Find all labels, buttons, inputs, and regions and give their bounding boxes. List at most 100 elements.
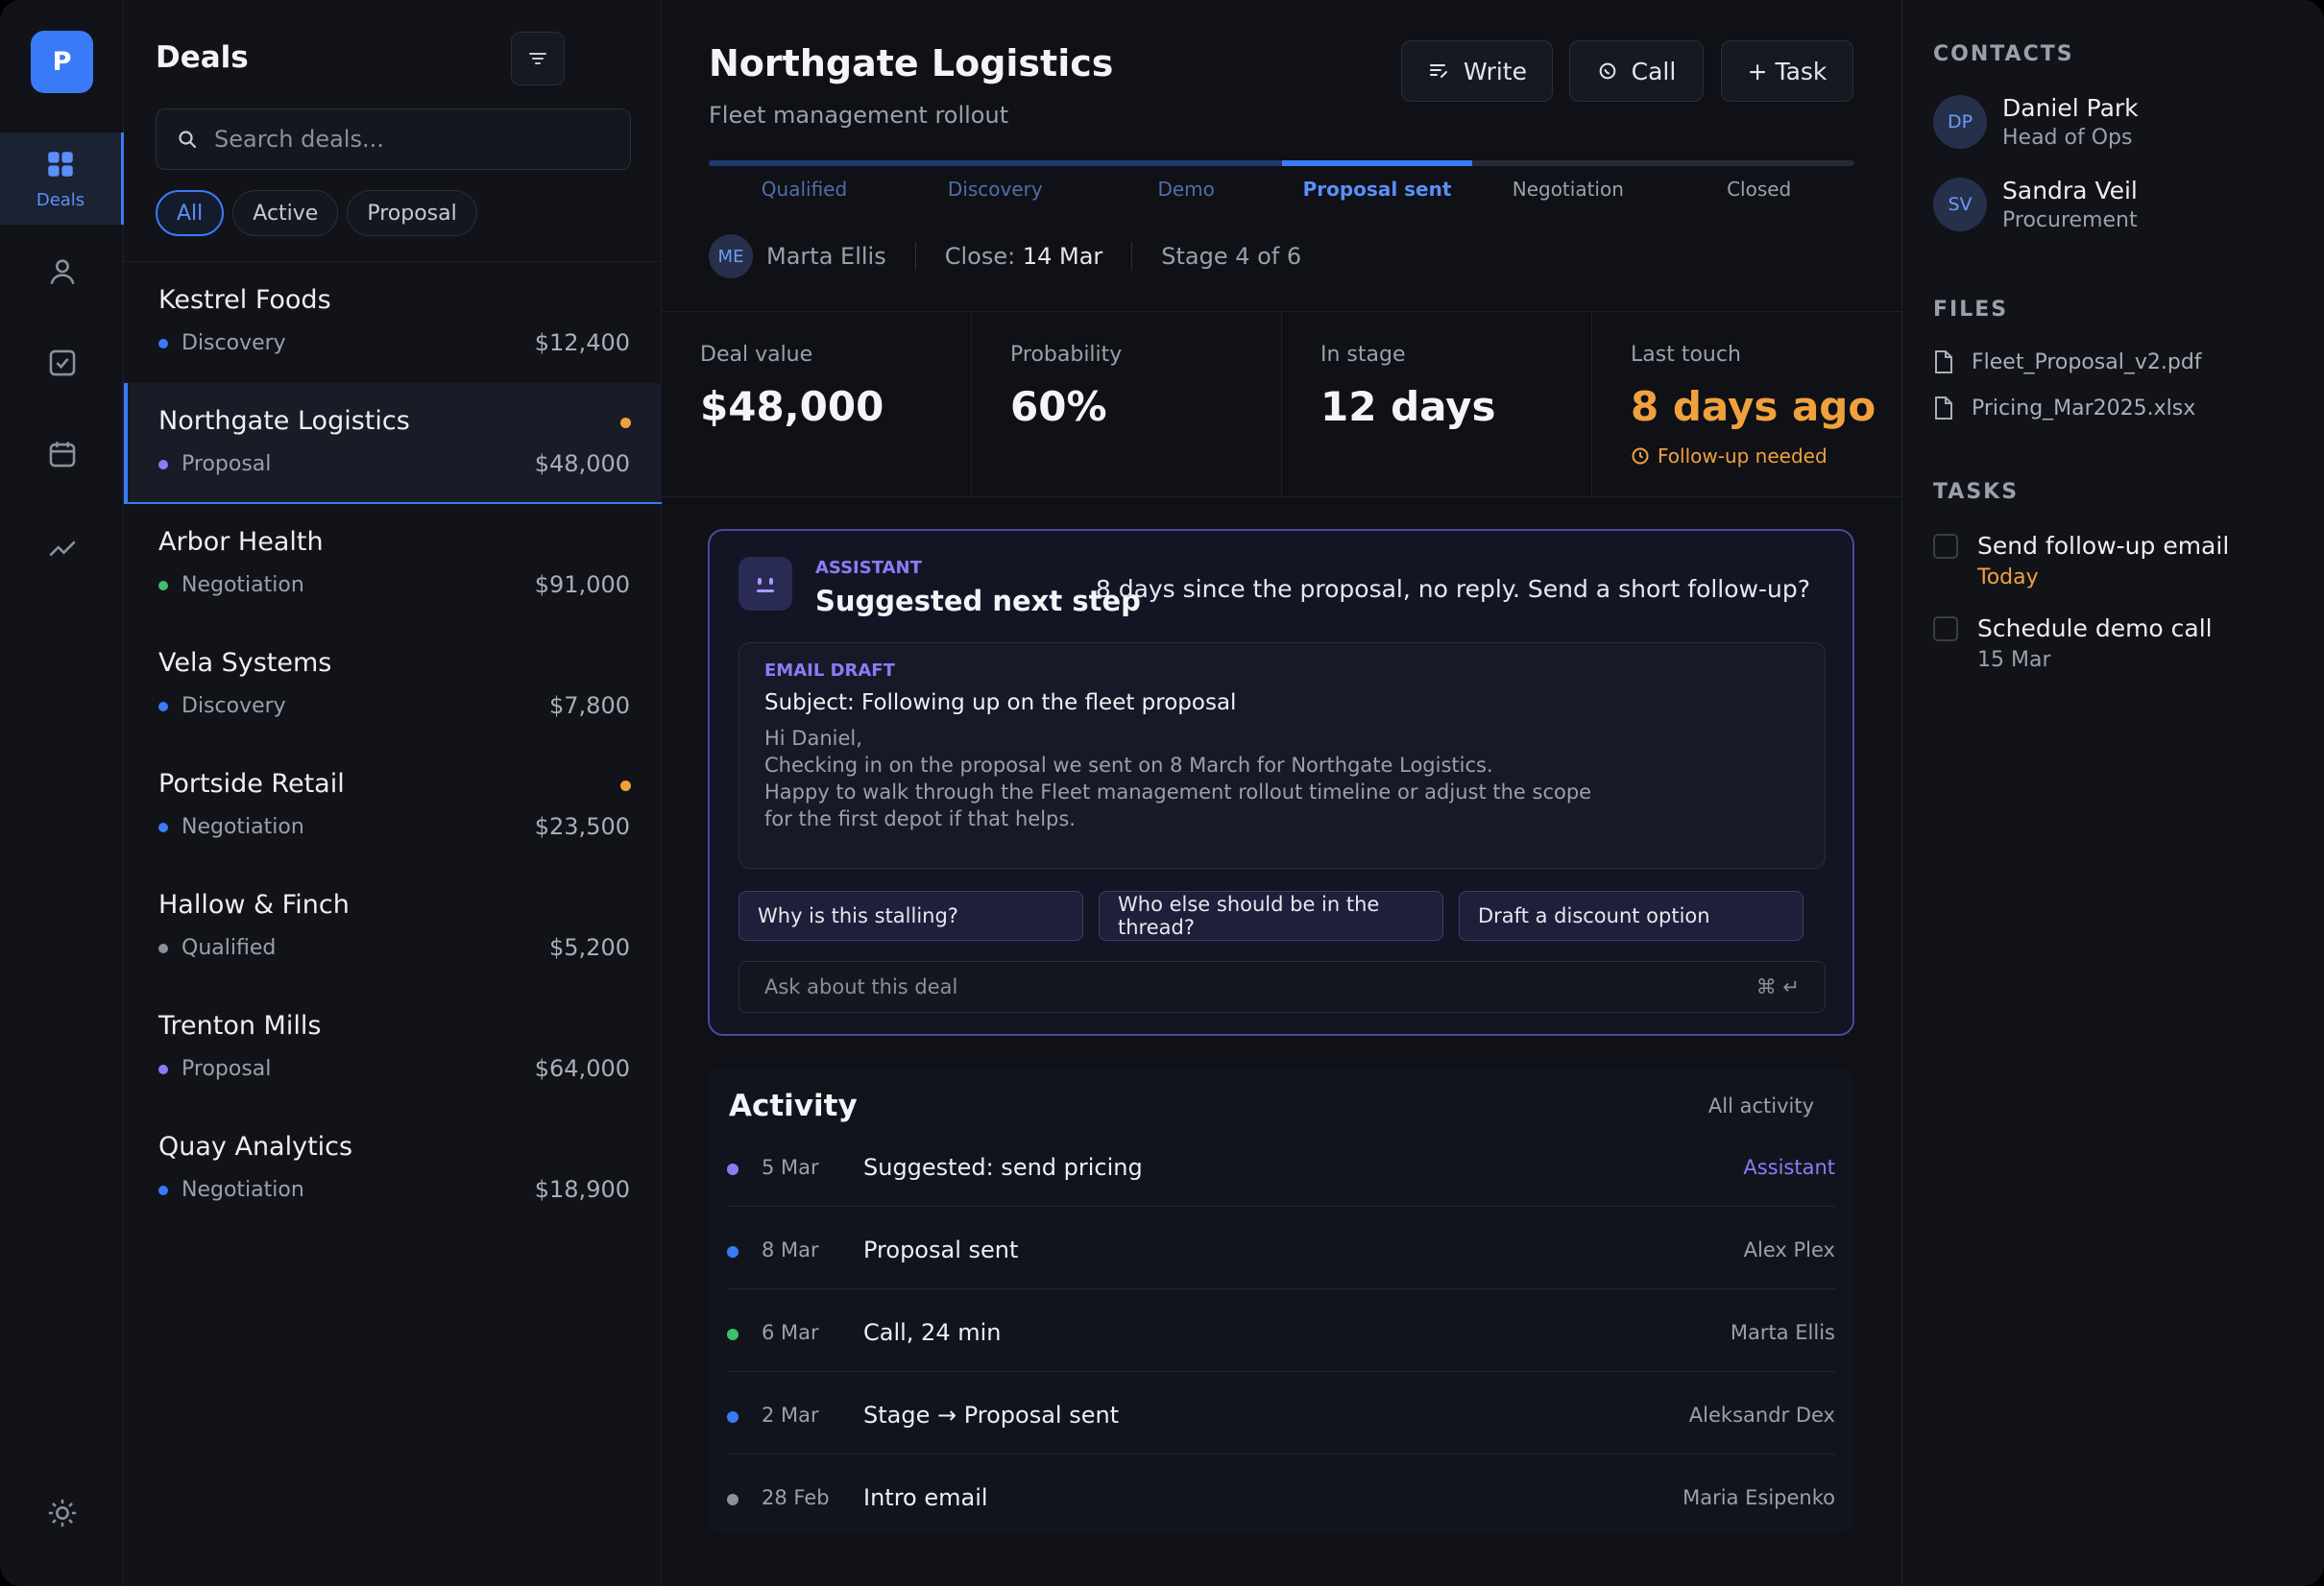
file-name: Fleet_Proposal_v2.pdf (1972, 349, 2202, 374)
activity-item[interactable]: 8 Mar Proposal sent Alex Plex (727, 1206, 1835, 1289)
activity-text: Proposal sent (863, 1237, 1019, 1263)
deal-title: Northgate Logistics (709, 42, 1114, 84)
contact-role: Procurement (2002, 208, 2138, 232)
activity-dot (727, 1329, 738, 1340)
owner-name[interactable]: Marta Ellis (766, 243, 886, 270)
add-task-button[interactable]: + Task (1721, 40, 1853, 102)
deals-title: Deals (156, 40, 249, 75)
all-activity-link[interactable]: All activity (1708, 1094, 1814, 1117)
rail-item-label: Deals (36, 189, 85, 210)
activity-item[interactable]: 28 Feb Intro email Maria Esipenko (727, 1454, 1835, 1537)
contact-item[interactable]: DP Daniel Park Head of Ops (1933, 94, 2139, 150)
stat-value: $48,000 (700, 383, 884, 430)
robot-icon (738, 557, 792, 611)
file-item[interactable]: Fleet_Proposal_v2.pdf (1933, 349, 2202, 374)
file-item[interactable]: Pricing_Mar2025.xlsx (1933, 396, 2195, 421)
rail-item-settings[interactable] (0, 1486, 124, 1540)
activity-text: Stage → Proposal sent (863, 1402, 1120, 1429)
suggestion-chip-thread[interactable]: Who else should be in the thread? (1099, 891, 1443, 941)
deal-list-item[interactable]: Quay Analytics Negotiation $18,900 (124, 1109, 662, 1230)
task-checkbox[interactable] (1933, 534, 1958, 559)
call-button[interactable]: Call (1569, 40, 1704, 102)
stat-last-touch: Last touch 8 days ago Follow-up needed (1592, 312, 1902, 496)
stage-step[interactable]: Closed (1663, 178, 1854, 201)
rail-item-tasks[interactable] (0, 336, 124, 390)
deal-amount: $12,400 (534, 329, 630, 356)
activity-actor: Assistant (1743, 1156, 1835, 1179)
stats-row: Deal value $48,000 Probability 60% In st… (662, 311, 1902, 497)
deal-stage: Qualified (158, 936, 276, 960)
deal-list-item[interactable]: Arbor Health Negotiation $91,000 (124, 504, 662, 625)
filter-chip-active[interactable]: Active (232, 190, 339, 236)
write-button[interactable]: Write (1401, 40, 1553, 102)
deal-name: Portside Retail (158, 769, 345, 799)
filter-chip-proposal[interactable]: Proposal (347, 190, 477, 236)
assistant-tag: ASSISTANT (815, 558, 922, 578)
deal-list-item[interactable]: Kestrel Foods Discovery $12,400 (124, 262, 662, 383)
write-label: Write (1463, 57, 1527, 85)
activity-panel: Activity All activity 5 Mar Suggested: se… (708, 1068, 1854, 1534)
stage-step[interactable]: Negotiation (1472, 178, 1663, 201)
deal-list-item[interactable]: Northgate Logistics Proposal $48,000 (124, 383, 662, 504)
stage-step[interactable]: Demo (1091, 178, 1282, 201)
deal-name: Hallow & Finch (158, 890, 350, 920)
stage-dot (158, 1185, 168, 1195)
activity-item[interactable]: 2 Mar Stage → Proposal sent Aleksandr Dex (727, 1371, 1835, 1454)
stage-step[interactable]: Discovery (900, 178, 1091, 201)
deal-stage: Proposal (158, 1057, 271, 1081)
deal-name: Quay Analytics (158, 1132, 353, 1162)
deal-list-item[interactable]: Hallow & Finch Qualified $5,200 (124, 867, 662, 988)
ask-input[interactable]: Ask about this deal ⌘ ↵ (738, 961, 1826, 1013)
filter-icon (529, 53, 546, 64)
stage-step[interactable]: Qualified (709, 178, 900, 201)
filter-button[interactable] (511, 32, 565, 85)
rail-item-deals[interactable]: Deals (0, 132, 124, 225)
deal-name: Kestrel Foods (158, 285, 331, 315)
files-heading: FILES (1933, 298, 2009, 322)
deal-amount: $23,500 (534, 813, 630, 840)
deal-list-item[interactable]: Trenton Mills Proposal $64,000 (124, 988, 662, 1109)
deal-stage: Discovery (158, 331, 286, 355)
stage-dot (158, 943, 168, 953)
stat-label: Last touch (1631, 343, 1741, 367)
suggestion-chip-discount[interactable]: Draft a discount option (1459, 891, 1804, 941)
stage-dot (158, 459, 168, 469)
close-label: Close: (944, 243, 1016, 270)
deal-name: Trenton Mills (158, 1011, 322, 1041)
rail-item-reports[interactable] (0, 520, 124, 574)
contacts-heading: CONTACTS (1933, 42, 2074, 66)
deal-meta: ME Marta Ellis Close: 14 Mar Stage 4 of … (709, 234, 1301, 278)
deal-list-item[interactable]: Vela Systems Discovery $7,800 (124, 625, 662, 746)
stage-progress-fill (709, 160, 1282, 166)
activity-date: 28 Feb (762, 1486, 830, 1509)
contact-item[interactable]: SV Sandra Veil Procurement (1933, 177, 2138, 232)
file-name: Pricing_Mar2025.xlsx (1972, 396, 2196, 421)
draft-tag: EMAIL DRAFT (764, 661, 895, 681)
workspace-logo[interactable]: P (31, 31, 93, 93)
task-checkbox[interactable] (1933, 616, 1958, 641)
deal-list-item[interactable]: Portside Retail Negotiation $23,500 (124, 746, 662, 867)
activity-date: 8 Mar (762, 1238, 819, 1262)
rail-item-contacts[interactable] (0, 245, 124, 299)
search-input[interactable]: Search deals... (156, 108, 631, 170)
activity-dot (727, 1164, 738, 1175)
stat-value: 60% (1010, 383, 1107, 430)
activity-item[interactable]: 6 Mar Call, 24 min Marta Ellis (727, 1288, 1835, 1372)
tasks-heading: TASKS (1933, 480, 2020, 504)
stage-step[interactable]: Proposal sent (1282, 178, 1473, 201)
assistant-card: ASSISTANT Suggested next step 8 days sin… (708, 529, 1854, 1036)
activity-date: 2 Mar (762, 1404, 819, 1427)
deal-stage-label: Negotiation (182, 573, 304, 597)
deal-stage-label: Negotiation (182, 815, 304, 839)
clock-icon (1632, 447, 1649, 465)
draft-line: Checking in on the proposal we sent on 8… (764, 754, 1493, 777)
email-draft[interactable]: EMAIL DRAFT Subject: Following up on the… (738, 642, 1826, 869)
calendar-icon (49, 442, 75, 468)
filter-chip-all[interactable]: All (156, 190, 225, 236)
sun-icon (48, 1499, 76, 1527)
activity-item[interactable]: 5 Mar Suggested: send pricing Assistant (727, 1123, 1835, 1207)
deal-sidebar: CONTACTS DP Daniel Park Head of Ops SV Sa… (1902, 0, 2324, 1586)
suggestion-chip-stalling[interactable]: Why is this stalling? (738, 891, 1083, 941)
task-item: Send follow-up email Today (1933, 532, 2229, 589)
rail-item-calendar[interactable] (0, 427, 124, 481)
